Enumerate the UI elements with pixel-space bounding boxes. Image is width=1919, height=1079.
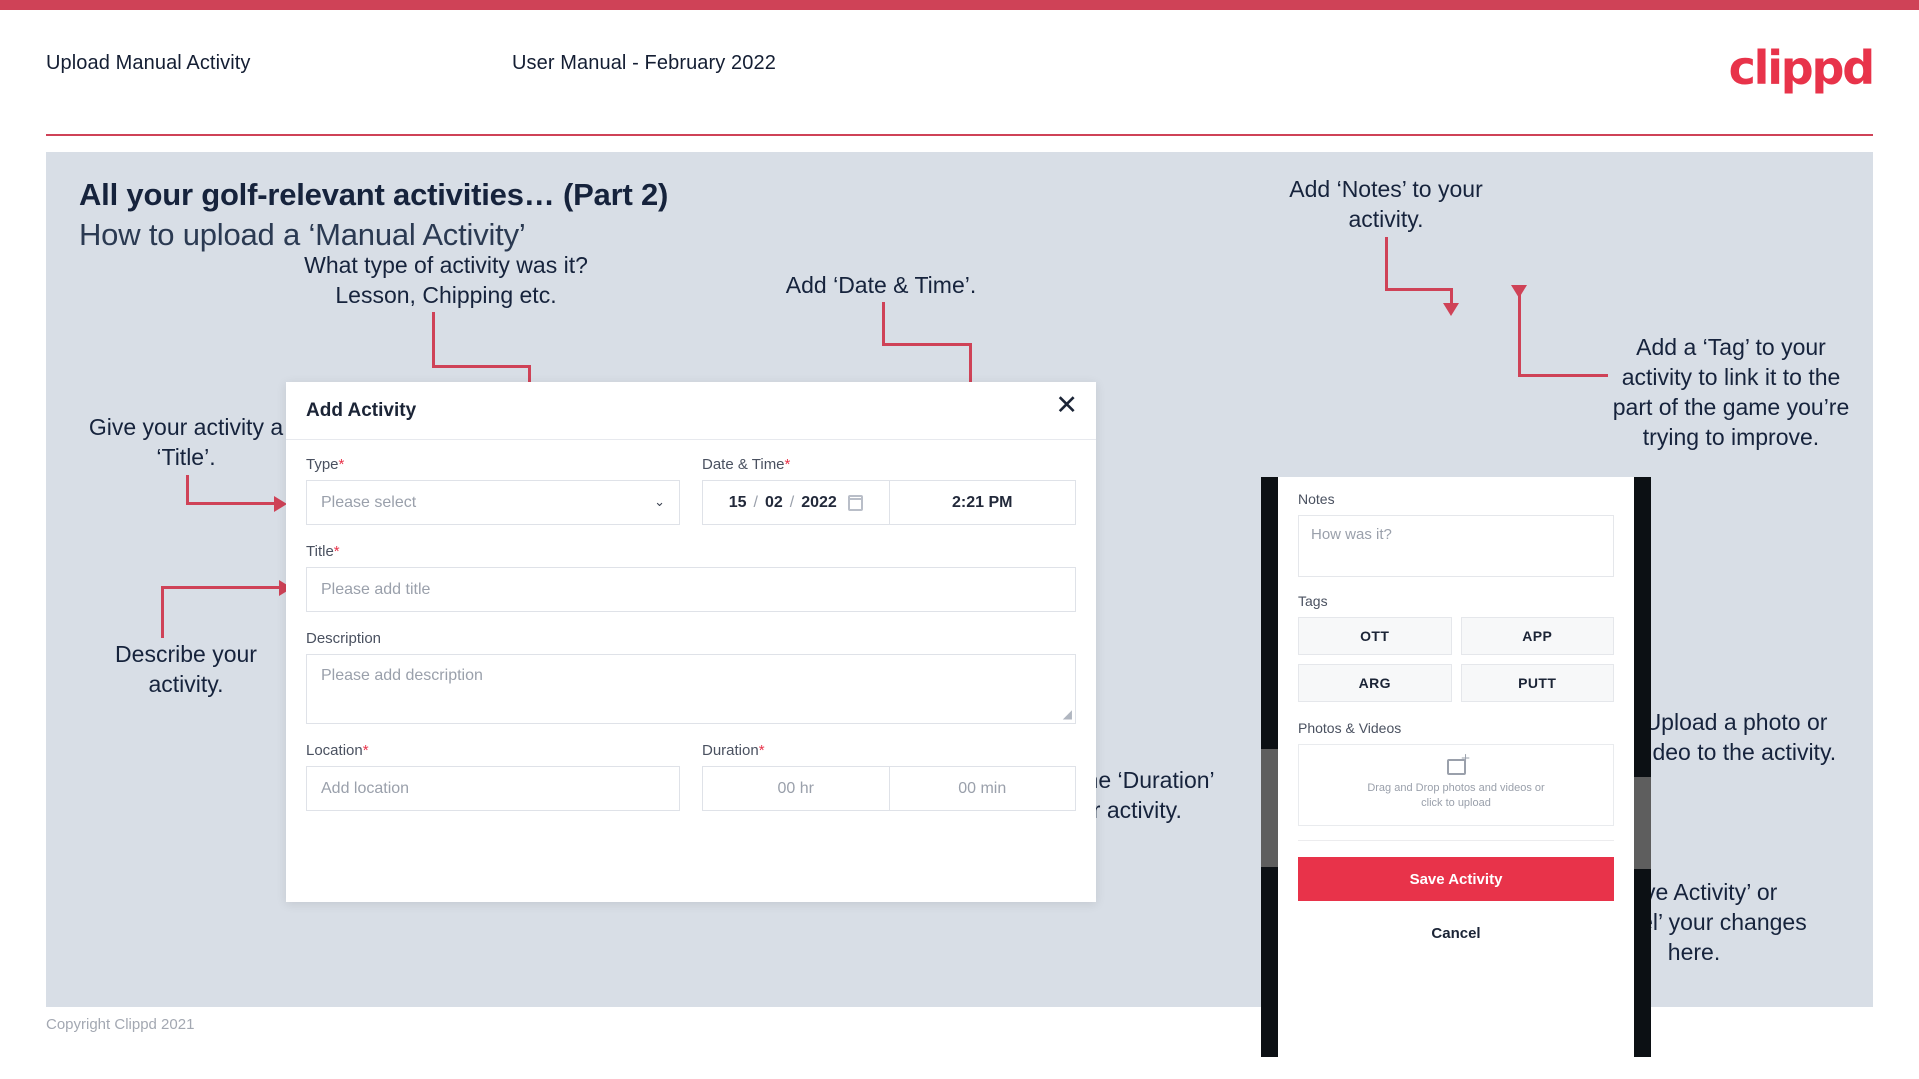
date-year: 2022 [801, 493, 837, 511]
photo-dropzone[interactable]: Drag and Drop photos and videos or click… [1298, 744, 1614, 826]
duration-label: Duration* [702, 742, 765, 759]
close-icon[interactable]: ✕ [1055, 392, 1078, 419]
dialog-body: Type* Please select ⌄ Date & Time* 15 / … [286, 440, 1096, 811]
type-select-value: Please select [321, 493, 417, 511]
description-placeholder: Please add description [321, 667, 483, 684]
date-month: 02 [764, 493, 783, 511]
arrow-tag [1511, 285, 1527, 298]
phone-frame-right [1634, 477, 1651, 1057]
notes-input[interactable]: How was it? [1298, 515, 1614, 577]
phone-divider [1298, 840, 1614, 841]
annotation-title: Give your activity a ‘Title’. [88, 414, 284, 470]
save-activity-button[interactable]: Save Activity [1298, 857, 1614, 901]
footer-copyright: Copyright Clippd 2021 [46, 1016, 195, 1033]
datetime-label: Date & Time* [702, 456, 791, 473]
phone-mockup: Notes How was it? Tags OTT APP ARG PUTT … [1261, 477, 1651, 1057]
row-type-datetime: Type* Please select ⌄ Date & Time* 15 / … [306, 456, 1076, 525]
type-select[interactable]: Please select ⌄ [306, 480, 680, 525]
phone-power-button [1634, 777, 1651, 869]
required-asterisk: * [333, 543, 340, 560]
top-accent-bar [0, 0, 1919, 10]
page-header: Upload Manual Activity User Manual - Feb… [0, 10, 1919, 136]
date-separator: / [753, 493, 758, 511]
description-input[interactable]: Please add description ◢ [306, 654, 1076, 724]
slide-subheading: How to upload a ‘Manual Activity’ [79, 217, 526, 252]
tag-app[interactable]: APP [1460, 617, 1614, 655]
title-input[interactable]: Please add title [306, 567, 1076, 612]
page-subtitle: User Manual - February 2022 [512, 52, 776, 74]
date-day: 15 [728, 493, 747, 511]
connector-dt-h [882, 343, 972, 346]
annotation-type: What type of activity was it? Lesson, Ch… [304, 252, 588, 308]
required-asterisk: * [362, 742, 369, 759]
connector-dt-v1 [882, 302, 885, 345]
dialog-header: Add Activity ✕ [286, 382, 1096, 440]
resize-handle-icon[interactable]: ◢ [1063, 707, 1072, 721]
required-asterisk: * [758, 742, 765, 759]
tag-putt[interactable]: PUTT [1460, 664, 1614, 702]
field-description: Description Please add description ◢ [306, 630, 1076, 724]
annotation-datetime: Add ‘Date & Time’. [785, 272, 977, 298]
add-image-icon [1446, 751, 1471, 775]
connector-desc-v [161, 588, 164, 638]
dropzone-text: Drag and Drop photos and videos or click… [1367, 782, 1545, 809]
header-divider [46, 134, 1873, 136]
phone-frame-left [1261, 477, 1278, 1057]
type-label: Type* [306, 456, 345, 473]
datetime-control: 15 / 02 / 2022 2:21 PM [702, 480, 1076, 525]
description-label: Description [306, 630, 382, 647]
cancel-button[interactable]: Cancel [1278, 925, 1634, 942]
photos-label: Photos & Videos [1298, 720, 1402, 736]
annotation-describe: Describe your activity. [115, 641, 257, 697]
required-asterisk: * [784, 456, 791, 473]
field-location: Location* Add location [306, 742, 680, 811]
date-input[interactable]: 15 / 02 / 2022 [703, 481, 890, 524]
location-label: Location* [306, 742, 369, 759]
phone-screen: Notes How was it? Tags OTT APP ARG PUTT … [1278, 477, 1634, 1057]
add-activity-dialog: Add Activity ✕ Type* Please select ⌄ Dat… [286, 382, 1096, 902]
duration-minutes-input[interactable]: 00 min [890, 767, 1076, 810]
connector-notes-v1 [1385, 237, 1388, 290]
row-location-duration: Location* Add location Duration* 00 hr 0… [306, 742, 1076, 811]
location-input[interactable]: Add location [306, 766, 680, 811]
required-asterisk: * [338, 456, 345, 473]
duration-control: 00 hr 00 min [702, 766, 1076, 811]
notes-label: Notes [1298, 491, 1335, 507]
field-datetime: Date & Time* 15 / 02 / 2022 2:21 PM [702, 456, 1076, 525]
field-title: Title* Please add title [306, 543, 1076, 612]
connector-tag-v [1518, 287, 1521, 377]
calendar-icon[interactable] [847, 494, 863, 511]
annotation-notes: Add ‘Notes’ to your activity. [1289, 176, 1483, 232]
tags-grid: OTT APP ARG PUTT [1298, 617, 1614, 702]
connector-title-h [186, 502, 276, 505]
dialog-title: Add Activity [306, 400, 417, 421]
connector-desc-h [161, 586, 281, 589]
title-label: Title* [306, 543, 340, 560]
duration-hours-input[interactable]: 00 hr [703, 767, 890, 810]
slide-heading: All your golf-relevant activities… (Part… [79, 177, 669, 212]
slide-canvas: All your golf-relevant activities… (Part… [46, 152, 1873, 1057]
date-separator: / [789, 493, 795, 511]
arrow-notes [1443, 303, 1459, 316]
connector-tag-h1 [1518, 374, 1608, 377]
field-type: Type* Please select ⌄ [306, 456, 680, 525]
slide-page: Upload Manual Activity User Manual - Feb… [0, 0, 1919, 1079]
tag-arg[interactable]: ARG [1298, 664, 1452, 702]
connector-type-v1 [432, 312, 435, 367]
connector-type-h [432, 365, 531, 368]
annotation-tag: Add a ‘Tag’ to your activity to link it … [1612, 334, 1850, 450]
tag-ott[interactable]: OTT [1298, 617, 1452, 655]
connector-title-v [186, 475, 189, 505]
tags-label: Tags [1298, 593, 1328, 609]
chevron-down-icon: ⌄ [654, 495, 665, 510]
phone-volume-button [1261, 749, 1278, 867]
field-duration: Duration* 00 hr 00 min [702, 742, 1076, 811]
phone-content: Notes How was it? Tags OTT APP ARG PUTT … [1278, 477, 1634, 826]
connector-notes-h [1385, 288, 1453, 291]
page-title: Upload Manual Activity [46, 52, 251, 74]
clippd-logo: clippd [1728, 41, 1876, 95]
time-input[interactable]: 2:21 PM [890, 481, 1076, 524]
